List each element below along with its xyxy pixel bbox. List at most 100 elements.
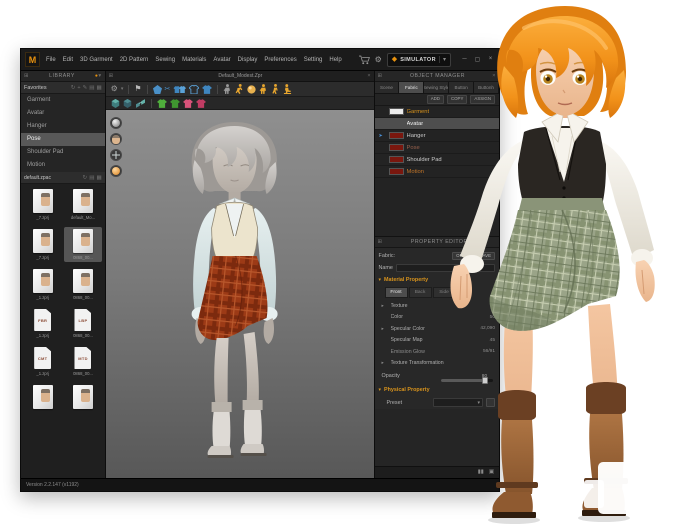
fabric-swatch (389, 108, 404, 115)
shirt-solid-icon[interactable] (202, 85, 212, 94)
thumbnail-item-selected[interactable]: 0868_00... (64, 227, 101, 262)
thumbnail-item[interactable]: _7.zprj (24, 227, 61, 262)
library-title: LIBRARY (29, 73, 95, 79)
garment-show-alt-icon[interactable] (170, 99, 180, 108)
project-thumbnail-icon (73, 189, 93, 213)
viewport-3d: ⊞ Default_Modest.Zpr × ⚙ ▾ ⚑ ✂ (106, 71, 375, 478)
thumbnail-item[interactable]: _1.zprj (24, 267, 61, 302)
thumbnail-item[interactable]: FBR _1.zprj (24, 307, 61, 340)
thumbnail-item[interactable]: MTD 0868_00... (64, 345, 101, 378)
mesh-link-icon[interactable] (135, 99, 146, 108)
pack-list-view-icon[interactable]: ▤ (89, 175, 94, 181)
shirt-outline-icon[interactable] (189, 85, 199, 94)
avatar-display-icon[interactable] (110, 117, 122, 129)
section-caret-icon: ▾ (379, 387, 382, 393)
favorites-edit-icon[interactable]: ✎ (83, 85, 88, 91)
viewport-tab-bar: ⊞ Default_Modest.Zpr × (106, 71, 374, 82)
pack-label: default.zpac (24, 175, 81, 181)
pack-refresh-icon[interactable]: ↻ (83, 175, 88, 181)
thumbnail-item[interactable]: CMT _1.zprj (24, 345, 61, 378)
fabric-swatch (389, 132, 404, 139)
thumbnail-item[interactable] (64, 383, 101, 413)
avatar-stand-icon[interactable] (259, 84, 268, 94)
viewport-toolbar-main: ⚙ ▾ ⚑ ✂ (106, 82, 374, 97)
menu-help[interactable]: Help (329, 57, 341, 63)
mesh-cube-icon[interactable] (111, 99, 120, 108)
garment-fit-icon[interactable] (183, 99, 193, 108)
library-list: Garment Avatar Hanger Pose Shoulder Pad … (21, 94, 105, 172)
menu-edit[interactable]: Edit (63, 57, 73, 63)
favorites-add-icon[interactable]: + (77, 85, 80, 91)
avatar-ball-icon[interactable] (247, 85, 256, 94)
sewing-scissors-icon[interactable]: ✂ (165, 86, 171, 93)
expander-icon[interactable]: ▸ (382, 303, 388, 309)
project-thumbnail-icon (33, 229, 53, 253)
favorites-list-icon[interactable]: ▤ (89, 85, 94, 91)
viewport-close-icon[interactable]: × (367, 73, 370, 79)
file-document-icon: MTD (74, 347, 91, 369)
library-menu-caret-icon[interactable]: ▾ (98, 73, 101, 79)
project-thumbnail-icon (33, 189, 53, 213)
menu-preferences[interactable]: Preferences (264, 57, 296, 63)
menu-avatar[interactable]: Avatar (213, 57, 230, 63)
tab-scene[interactable]: Scene (375, 82, 400, 93)
expander-icon[interactable]: ▸ (382, 326, 388, 332)
toolbar-separator (217, 85, 218, 94)
favorites-grid-icon[interactable]: ▦ (96, 85, 101, 91)
project-thumbnail-icon (33, 269, 53, 293)
menu-sewing[interactable]: Sewing (155, 57, 175, 63)
thumbnail-item[interactable]: LBP 0868_00... (64, 307, 101, 340)
library-item-pose[interactable]: Pose (21, 133, 105, 146)
file-document-icon: LBP (74, 309, 91, 331)
favorites-label: Favorites (24, 85, 69, 91)
library-item-hanger[interactable]: Hanger (21, 120, 105, 133)
sphere-tool-icon[interactable] (110, 165, 122, 177)
simulate-flag-icon[interactable]: ⚑ (134, 85, 141, 93)
avatar-run-icon[interactable] (235, 84, 244, 94)
app-logo: M (25, 52, 40, 67)
menu-materials[interactable]: Materials (182, 57, 206, 63)
viewport-canvas[interactable] (106, 110, 374, 478)
menu-setting[interactable]: Setting (304, 57, 323, 63)
avatar-walk-icon[interactable] (271, 84, 280, 94)
thumbnail-item[interactable] (24, 383, 61, 413)
pose-tool-icon[interactable] (223, 84, 232, 94)
fabric-swatch (389, 168, 404, 175)
menu-3d-garment[interactable]: 3D Garment (80, 57, 113, 63)
select-tool-caret-icon[interactable]: ▾ (121, 86, 124, 92)
version-text: Version 2.2.147 (v1192) (26, 482, 79, 488)
menu-2d-pattern[interactable]: 2D Pattern (120, 57, 149, 63)
fabric-swatch (389, 156, 404, 163)
avatar-sit-icon[interactable] (283, 84, 292, 94)
thumbnail-item[interactable]: _7.zprj (24, 187, 61, 222)
library-item-avatar[interactable]: Avatar (21, 107, 105, 120)
mesh-cube-icon[interactable] (123, 99, 132, 108)
thumbnail-item[interactable]: default_Mo... (64, 187, 101, 222)
library-item-shoulder-pad[interactable]: Shoulder Pad (21, 146, 105, 159)
path-tool-icon[interactable] (110, 149, 122, 161)
select-tool-icon[interactable]: ⚙ (111, 85, 118, 93)
garment-stress-icon[interactable] (196, 99, 206, 108)
tab-front[interactable]: Front (385, 287, 408, 298)
fabric-swatch (389, 144, 404, 151)
menu-file[interactable]: File (46, 57, 56, 63)
expander-icon[interactable]: ▸ (382, 360, 388, 366)
thumbnail-item[interactable]: 0868_00... (64, 267, 101, 302)
library-item-garment[interactable]: Garment (21, 94, 105, 107)
favorites-refresh-icon[interactable]: ↻ (71, 85, 76, 91)
avatar-head-icon[interactable] (110, 133, 122, 145)
garment-show-icon[interactable] (157, 99, 167, 108)
store-cart-icon[interactable] (359, 55, 370, 65)
pattern-pentagon-icon[interactable] (153, 85, 162, 94)
library-item-motion[interactable]: Motion (21, 159, 105, 172)
file-document-icon: FBR (34, 309, 51, 331)
tab-fabric[interactable]: Fabric (399, 82, 424, 93)
garment-pair-icon[interactable] (173, 85, 186, 94)
preset-label: Preset (387, 400, 403, 406)
viewport-tab-title[interactable]: Default_Modest.Zpr (113, 73, 367, 79)
toolbar-separator (128, 85, 129, 94)
library-header: ⊞ LIBRARY ● ▾ (21, 71, 105, 82)
project-thumbnail-icon (73, 269, 93, 293)
settings-gear-icon[interactable]: ⚙ (375, 56, 382, 64)
menu-display[interactable]: Display (238, 57, 258, 63)
